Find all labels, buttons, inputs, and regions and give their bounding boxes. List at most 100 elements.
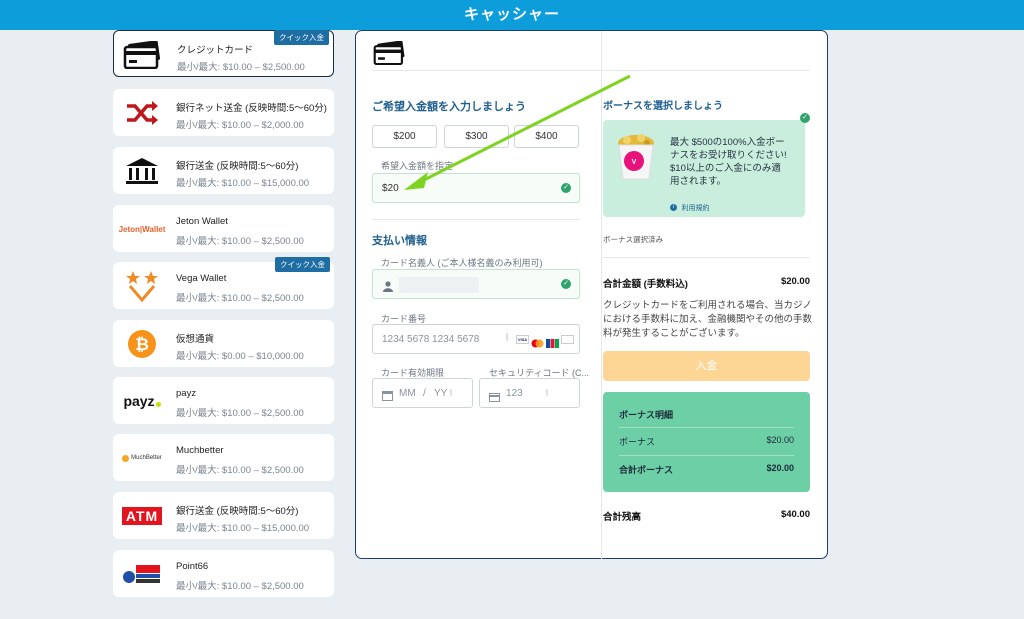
- method-range: 最小/最大: $10.00 – $15,000.00: [176, 178, 310, 189]
- method-range: 最小/最大: $10.00 – $2,500.00: [176, 236, 304, 247]
- summary-divider: [619, 455, 794, 456]
- amount-option-200[interactable]: $200: [372, 125, 437, 148]
- cvc-input[interactable]: 123 ⦚: [479, 378, 580, 408]
- payz-logo: payz: [119, 384, 165, 418]
- method-name: 銀行送金 (反映時間:5〜60分): [176, 161, 299, 172]
- bonus-section-title: ボーナスを選択しましょう: [603, 101, 723, 112]
- credit-card-icon: [120, 38, 166, 72]
- method-crypto[interactable]: ₿ 仮想通貨 最小/最大: $0.00 – $10,000.00: [113, 320, 334, 367]
- check-icon: ✓: [561, 183, 571, 193]
- payz-dot: [155, 401, 161, 407]
- method-range: 最小/最大: $10.00 – $2,500.00: [176, 465, 304, 476]
- summary-title: ボーナス明細: [619, 410, 674, 420]
- contactless-icon: ⦚: [506, 333, 509, 344]
- method-bank-net[interactable]: 銀行ネット送金 (反映時間:5〜60分) 最小/最大: $10.00 – $2,…: [113, 89, 334, 136]
- card-number-input[interactable]: 1234 5678 1234 5678 ⦚ VISA: [372, 324, 580, 354]
- balance-value: $40.00: [780, 509, 810, 520]
- total-value: $20.00: [780, 276, 810, 287]
- method-point66[interactable]: Point66 最小/最大: $10.00 – $2,500.00: [113, 550, 334, 597]
- method-name: Point66: [176, 561, 209, 572]
- bonus-desc-line3: $10以上のご入金にのみ適: [670, 163, 781, 174]
- quick-deposit-badge: クイック入金: [275, 257, 330, 272]
- method-range: 最小/最大: $10.00 – $2,000.00: [176, 120, 304, 131]
- calendar-icon: [382, 388, 393, 406]
- method-atm[interactable]: ATM 銀行送金 (反映時間:5〜60分) 最小/最大: $10.00 – $1…: [113, 492, 334, 539]
- other-card-icon: [561, 335, 574, 344]
- summary-divider: [619, 427, 794, 428]
- divider: [603, 257, 810, 258]
- shuffle-icon: [119, 96, 165, 130]
- card-holder-input[interactable]: ✓: [372, 269, 580, 299]
- bonus-selected-check-icon: ✓: [800, 113, 810, 123]
- bonus-desc-line1: 最大 $500の100%入金ボー: [670, 137, 785, 148]
- custom-amount-label: 希望入金額を指定: [381, 161, 454, 171]
- summary-total-bonus-label: 合計ボーナス: [619, 465, 674, 475]
- fee-note-line2: における手数料に加え、金融機関やその他の手数: [603, 314, 813, 325]
- jcb-icon: [546, 335, 559, 348]
- card-number-placeholder: 1234 5678 1234 5678: [382, 334, 480, 345]
- cvc-contactless-icon: ⦚: [546, 388, 548, 398]
- selected-card-icon: [373, 40, 407, 70]
- method-range: 最小/最大: $10.00 – $2,500.00: [177, 62, 305, 73]
- point66-logo: [119, 557, 165, 591]
- user-icon: [383, 279, 393, 297]
- payment-section-title: 支払い情報: [372, 235, 427, 247]
- method-range: 最小/最大: $10.00 – $2,500.00: [176, 581, 304, 592]
- card-holder-masked-value: [399, 277, 479, 293]
- method-muchbetter[interactable]: MuchBetter Muchbetter 最小/最大: $10.00 – $2…: [113, 434, 334, 481]
- badge-label: クイック入金: [280, 260, 325, 269]
- summary-total-bonus-value: $20.00: [766, 463, 794, 473]
- method-range: 最小/最大: $0.00 – $10,000.00: [176, 351, 304, 362]
- custom-amount-input[interactable]: $20 ✓: [372, 173, 580, 203]
- amount-option-400[interactable]: $400: [514, 125, 579, 148]
- bonus-offer-card[interactable]: ✓ V 最大 $500の100%入金ボー ナスをお受け取りください! $10以上…: [603, 113, 810, 217]
- atm-logo: ATM: [119, 499, 165, 533]
- method-credit-card[interactable]: クレジットカード 最小/最大: $10.00 – $2,500.00 クイック入…: [113, 30, 334, 77]
- deposit-section-title: ご希望入金額を入力しましょう: [372, 101, 526, 113]
- method-name: Vega Wallet: [176, 273, 227, 284]
- method-name: 銀行ネット送金 (反映時間:5〜60分): [176, 103, 327, 114]
- svg-text:V: V: [632, 159, 637, 166]
- method-payz[interactable]: payz payz 最小/最大: $10.00 – $2,500.00: [113, 377, 334, 424]
- muchbetter-logo: MuchBetter: [119, 441, 165, 475]
- payment-panel: ご希望入金額を入力しましょう $200 $300 $400 希望入金額を指定 $…: [355, 30, 828, 560]
- expiry-contactless-icon: ⦚: [450, 388, 452, 398]
- balance-label: 合計残高: [603, 512, 642, 523]
- method-range: 最小/最大: $10.00 – $2,500.00: [176, 293, 304, 304]
- custom-amount-value: $20: [382, 183, 399, 194]
- deposit-button[interactable]: 入金: [603, 351, 810, 381]
- amount-option-300[interactable]: $300: [444, 125, 509, 148]
- mastercard-icon: [531, 335, 544, 348]
- bonus-bucket-image: V: [615, 131, 657, 188]
- expiry-yy-placeholder: YY: [434, 388, 448, 399]
- method-vega-wallet[interactable]: Vega Wallet 最小/最大: $10.00 – $2,500.00 クイ…: [113, 257, 334, 309]
- bitcoin-icon: ₿: [119, 327, 165, 361]
- visa-icon: VISA: [516, 335, 529, 344]
- cvc-card-icon: [489, 389, 500, 407]
- card-holder-label: カード名義人 (ご本人様名義のみ利用可): [381, 258, 543, 268]
- expiry-input[interactable]: MM / YY ⦚: [372, 378, 473, 408]
- bonus-desc-line4: 用されます。: [670, 176, 727, 187]
- method-bank-transfer[interactable]: 銀行送金 (反映時間:5〜60分) 最小/最大: $10.00 – $15,00…: [113, 147, 334, 194]
- divider: [372, 219, 580, 220]
- method-range: 最小/最大: $10.00 – $2,500.00: [176, 408, 304, 419]
- check-icon: ✓: [561, 279, 571, 289]
- vega-logo: [119, 269, 165, 303]
- method-name: 銀行送金 (反映時間:5〜60分): [176, 506, 299, 517]
- summary-bonus-label: ボーナス: [619, 437, 656, 447]
- bonus-terms-link[interactable]: i 利用規約: [670, 199, 709, 217]
- method-name: Jeton Wallet: [176, 216, 228, 227]
- svg-text:₿: ₿: [135, 335, 149, 355]
- method-name: payz: [176, 388, 197, 399]
- bonus-selected-note: ボーナス選択済み: [603, 235, 663, 244]
- cashier-header: キャッシャー: [0, 0, 1024, 30]
- fee-note-line3: 料が発生することがございます。: [603, 328, 745, 339]
- method-name: Muchbetter: [176, 445, 224, 456]
- total-label: 合計金額 (手数料込): [603, 279, 688, 290]
- method-jeton-wallet[interactable]: Jeton|Wallet Jeton Wallet 最小/最大: $10.00 …: [113, 205, 334, 252]
- muchbetter-dot: [122, 454, 130, 462]
- expiry-mm-placeholder: MM: [399, 388, 416, 399]
- bonus-desc-line2: ナスをお受け取りください!: [670, 150, 787, 161]
- quick-deposit-badge: クイック入金: [274, 30, 329, 45]
- bank-icon: [119, 154, 165, 188]
